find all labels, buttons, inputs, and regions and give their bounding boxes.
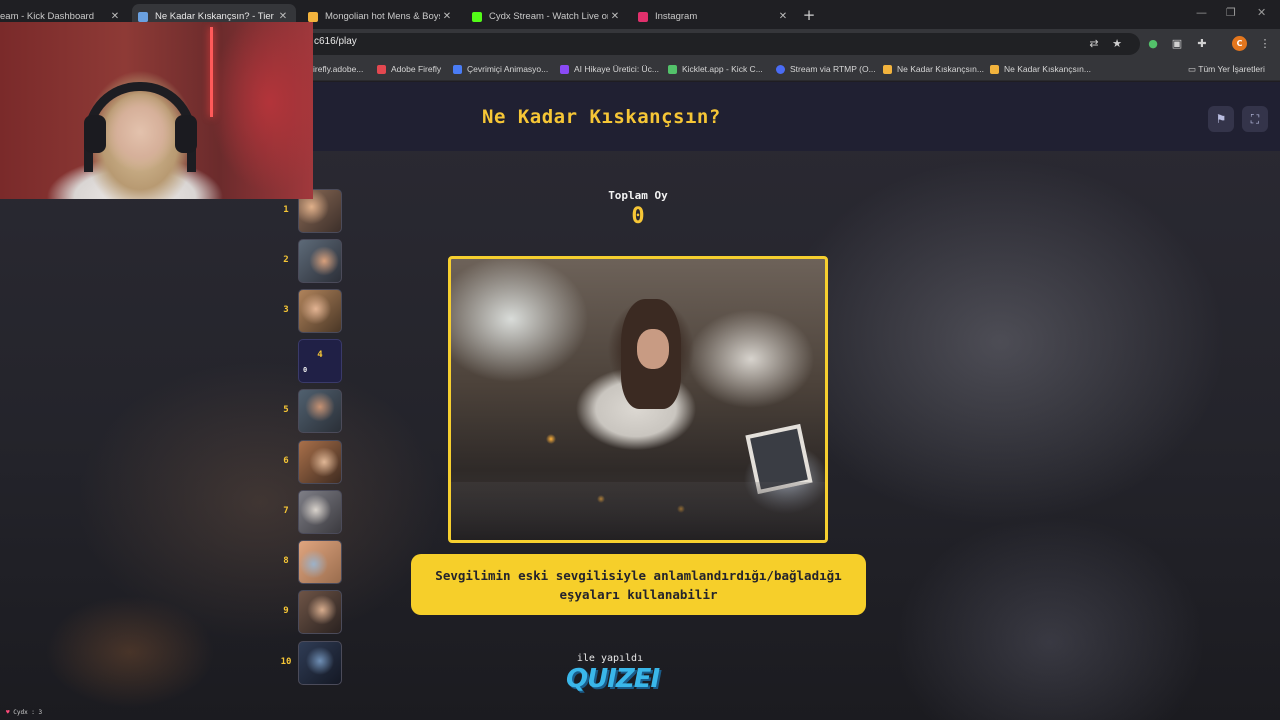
minimize-icon[interactable]: — — [1196, 6, 1207, 19]
quizei-logo[interactable]: QUIZEI — [566, 664, 660, 694]
translate-icon[interactable]: ⇄ — [1087, 37, 1101, 51]
rank-number: 10 — [280, 657, 292, 667]
profile-avatar[interactable]: C — [1232, 36, 1247, 51]
quiz-item-photo — [448, 256, 828, 543]
tier-thumbnail[interactable] — [298, 540, 342, 584]
restore-icon[interactable]: ❐ — [1226, 6, 1236, 19]
bookmark-item[interactable]: irefly.adobe... — [313, 64, 363, 74]
close-icon[interactable]: ✕ — [108, 11, 122, 22]
close-icon[interactable]: ✕ — [440, 11, 454, 22]
bookmark-item[interactable]: Adobe Firefly — [377, 64, 441, 74]
tab-title: Instagram — [655, 11, 698, 22]
tier-thumbnail[interactable] — [298, 389, 342, 433]
bookmark-label: Çevrimiçi Animasyo... — [467, 64, 549, 74]
tab-favicon-icon — [138, 11, 148, 22]
page-title: Ne Kadar Kıskançsın? — [482, 106, 721, 128]
all-bookmarks-label: Tüm Yer İşaretleri — [1198, 64, 1265, 74]
bookmark-star-icon[interactable]: ★ — [1110, 37, 1124, 51]
tier-thumbnail[interactable] — [298, 641, 342, 685]
bookmark-label: Kicklet.app - Kick C... — [682, 64, 763, 74]
bookmark-label: Ne Kadar Kıskançsın... — [897, 64, 984, 74]
chat-user: Cydx — [13, 709, 28, 716]
rank-number: 6 — [283, 456, 289, 466]
rank-number: 7 — [283, 506, 289, 516]
menu-kebab-icon[interactable]: ⋮ — [1258, 37, 1272, 51]
caption-text: Sevgilimin eski sevgilisiyle anlamlandır… — [435, 567, 842, 602]
report-flag-icon[interactable]: ⚑ — [1208, 106, 1234, 132]
tab-title: Mongolian hot Mens & Boys - — [325, 11, 440, 22]
current-rank-votes: 0 — [303, 366, 308, 374]
fullscreen-icon[interactable]: ⛶ — [1242, 106, 1268, 132]
close-icon[interactable]: ✕ — [776, 11, 790, 22]
rank-number: 8 — [283, 556, 289, 566]
current-rank-number: 4 — [317, 350, 323, 360]
bookmark-item[interactable]: Çevrimiçi Animasyo... — [453, 64, 548, 74]
media-icon[interactable]: ▣ — [1170, 37, 1184, 51]
kicklet-icon — [668, 64, 677, 74]
bookmark-item[interactable]: AI Hikaye Üretici: Üc... — [560, 64, 659, 74]
made-with-label: ile yapıldı — [576, 653, 644, 664]
tier-thumbnail[interactable] — [298, 490, 342, 534]
tab-cydx-stream[interactable]: Cydx Stream - Watch Live on Ki ✕ — [466, 4, 628, 29]
chat-status: ♥ Cydx : 3 — [6, 709, 43, 716]
tab-title: eam - Kick Dashboard — [0, 11, 94, 22]
ai-story-icon — [560, 64, 569, 74]
tab-favicon-icon — [308, 11, 318, 22]
extension-shield-icon[interactable]: ● — [1146, 37, 1160, 51]
tier-thumbnail[interactable] — [298, 590, 342, 634]
rank-number: 9 — [283, 606, 289, 616]
tab-mongolian[interactable]: Mongolian hot Mens & Boys - ✕ — [302, 4, 460, 29]
close-icon[interactable]: ✕ — [276, 11, 290, 22]
adobe-icon — [377, 64, 386, 74]
tier-thumbnail[interactable] — [298, 289, 342, 333]
address-bar[interactable] — [300, 33, 1140, 55]
bookmark-item[interactable]: Kicklet.app - Kick C... — [668, 64, 763, 74]
bookmark-item[interactable]: Ne Kadar Kıskançsın... — [990, 64, 1091, 74]
quiz-item-caption: Sevgilimin eski sevgilisiyle anlamlandır… — [411, 554, 866, 615]
bookmark-item[interactable]: Stream via RTMP (O... — [776, 64, 876, 74]
tab-title: Cydx Stream - Watch Live on Ki — [489, 11, 608, 22]
url-text[interactable]: c616/play — [314, 36, 357, 47]
rank-number: 1 — [283, 205, 289, 215]
window-close-icon[interactable]: ✕ — [1257, 6, 1266, 19]
close-icon[interactable]: ✕ — [608, 11, 622, 22]
rank-number: 5 — [283, 405, 289, 415]
bookmark-label: AI Hikaye Üretici: Üc... — [574, 64, 660, 74]
kick-favicon-icon — [472, 11, 482, 22]
restream-icon — [776, 64, 785, 74]
extensions-puzzle-icon[interactable]: ✚ — [1195, 37, 1209, 51]
tab-instagram[interactable]: Instagram ✕ — [632, 4, 796, 29]
folder-icon: ▭ — [1188, 64, 1199, 74]
total-votes-count: 0 — [631, 204, 645, 229]
tab-title: Ne Kadar Kıskançsın? - Tier List — [155, 11, 276, 22]
tier-current-slot[interactable]: 4 0 — [298, 339, 342, 383]
bookmark-item[interactable]: Ne Kadar Kıskançsın... — [883, 64, 984, 74]
bookmark-label: Stream via RTMP (O... — [790, 64, 876, 74]
rank-number: 2 — [283, 255, 289, 265]
bookmark-label: irefly.adobe... — [313, 64, 364, 74]
chat-count: 3 — [38, 709, 43, 716]
new-tab-button[interactable]: + — [800, 6, 818, 24]
bookmark-label: Ne Kadar Kıskançsın... — [1004, 64, 1091, 74]
bookmark-label: Adobe Firefly — [391, 64, 442, 74]
tier-thumbnail[interactable] — [298, 239, 342, 283]
rank-number: 3 — [283, 305, 289, 315]
quiz-icon — [883, 64, 892, 74]
streamer-webcam — [0, 22, 313, 199]
quiz-icon — [990, 64, 999, 74]
animation-icon — [453, 64, 462, 74]
tier-thumbnail[interactable] — [298, 440, 342, 484]
all-bookmarks-button[interactable]: ▭ Tüm Yer İşaretleri — [1188, 64, 1265, 75]
instagram-favicon-icon — [638, 11, 648, 22]
